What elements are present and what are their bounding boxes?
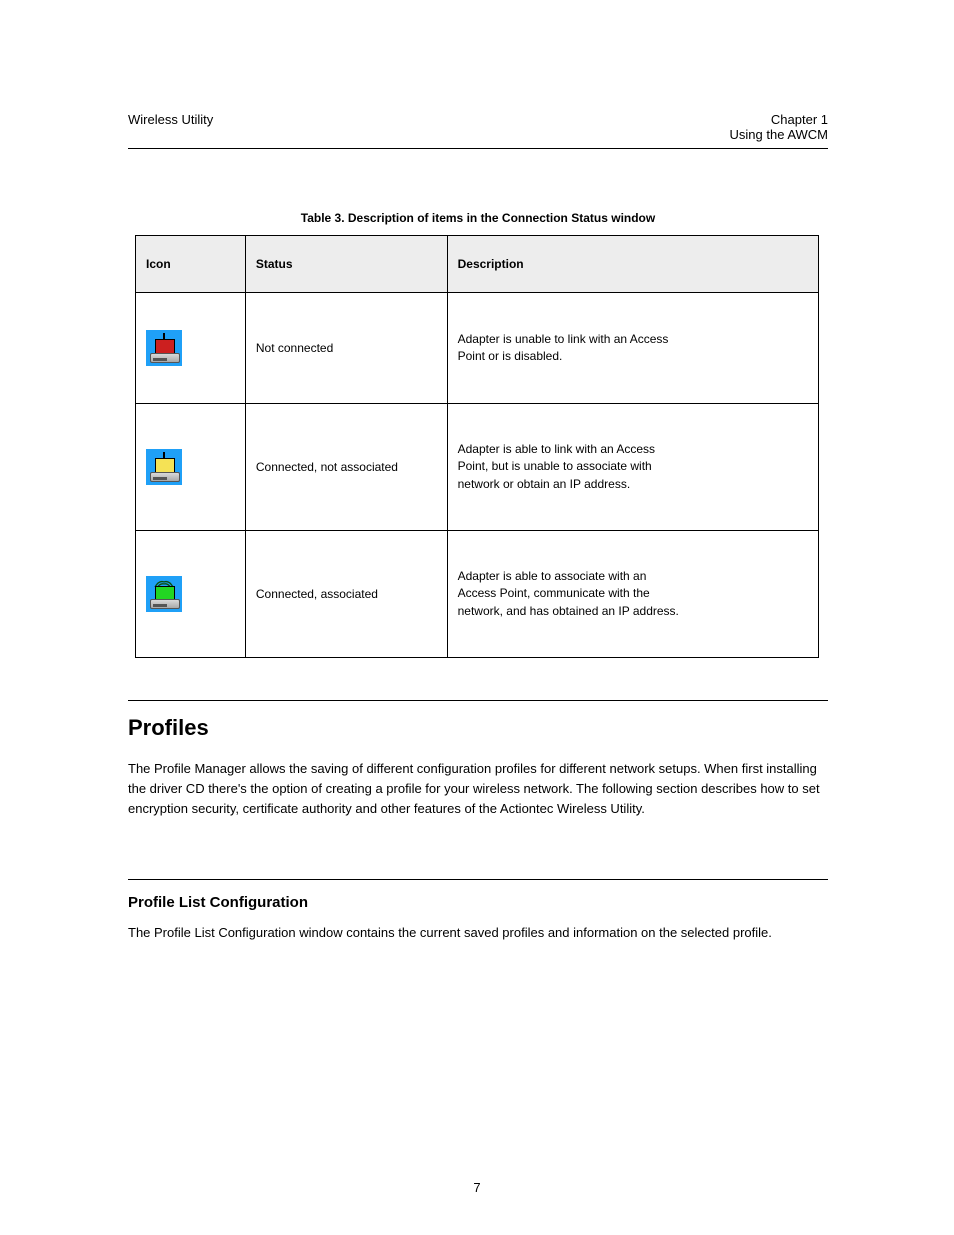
page-number: 7 — [0, 1180, 954, 1195]
section-divider — [128, 700, 828, 701]
table-caption: Table 3. Description of items in the Con… — [128, 211, 828, 225]
profile-list-config-paragraph: The Profile List Configuration window co… — [128, 923, 828, 943]
description-cell: Adapter is able to link with an Access P… — [447, 404, 818, 531]
status-cell: Connected, not associated — [245, 404, 447, 531]
router-status-yellow-icon — [146, 449, 182, 485]
router-status-red-icon — [146, 330, 182, 366]
header-right-line1: Chapter 1 — [771, 112, 828, 127]
col-desc: Description — [447, 236, 818, 293]
section-divider — [128, 879, 828, 880]
header-right-line2: Using the AWCM — [730, 127, 829, 142]
description-cell: Adapter is unable to link with an Access… — [447, 293, 818, 404]
description-cell: Adapter is able to associate with an Acc… — [447, 531, 818, 658]
col-status: Status — [245, 236, 447, 293]
profiles-heading: Profiles — [128, 715, 828, 741]
page-header: Wireless Utility Chapter 1 Using the AWC… — [128, 112, 828, 148]
router-status-green-icon — [146, 576, 182, 612]
col-icon: Icon — [136, 236, 246, 293]
status-table: Icon Status Description Not connected — [135, 235, 819, 658]
status-cell: Not connected — [245, 293, 447, 404]
status-cell: Connected, associated — [245, 531, 447, 658]
profile-list-config-heading: Profile List Configuration — [128, 894, 828, 911]
table-header-row: Icon Status Description — [136, 236, 819, 293]
table-row: Connected, not associated Adapter is abl… — [136, 404, 819, 531]
header-left: Wireless Utility — [128, 112, 213, 142]
profiles-paragraph: The Profile Manager allows the saving of… — [128, 759, 828, 819]
header-divider — [128, 148, 828, 149]
table-row: Connected, associated Adapter is able to… — [136, 531, 819, 658]
table-row: Not connected Adapter is unable to link … — [136, 293, 819, 404]
